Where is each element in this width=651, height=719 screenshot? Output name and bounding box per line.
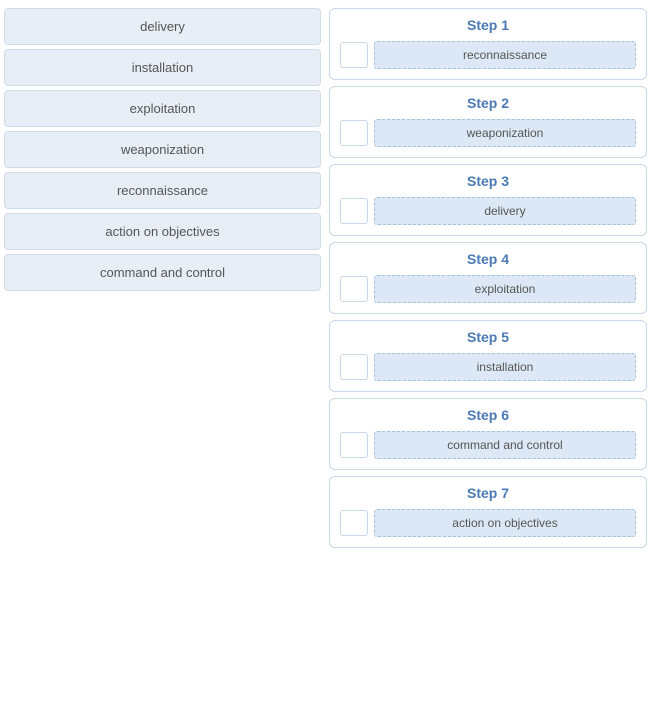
step-checkbox-step6[interactable] [340, 432, 368, 458]
step-title-step2: Step 2 [340, 95, 636, 111]
left-item-delivery[interactable]: delivery [4, 8, 321, 45]
step-title-step4: Step 4 [340, 251, 636, 267]
step-checkbox-step5[interactable] [340, 354, 368, 380]
step-checkbox-step1[interactable] [340, 42, 368, 68]
step-drop-area-step1: reconnaissance [340, 41, 636, 69]
step-checkbox-step2[interactable] [340, 120, 368, 146]
step-card-step1: Step 1 reconnaissance [329, 8, 647, 80]
step-drop-area-step5: installation [340, 353, 636, 381]
step-card-step7: Step 7 action on objectives [329, 476, 647, 548]
left-item-installation[interactable]: installation [4, 49, 321, 86]
step-title-step7: Step 7 [340, 485, 636, 501]
step-card-step4: Step 4 exploitation [329, 242, 647, 314]
step-checkbox-step3[interactable] [340, 198, 368, 224]
step-drop-area-step4: exploitation [340, 275, 636, 303]
step-drop-area-step7: action on objectives [340, 509, 636, 537]
step-drop-area-step6: command and control [340, 431, 636, 459]
step-answer-step5[interactable]: installation [374, 353, 636, 381]
step-answer-step6[interactable]: command and control [374, 431, 636, 459]
left-panel: delivery installation exploitation weaponiz… [0, 0, 325, 719]
step-title-step5: Step 5 [340, 329, 636, 345]
step-answer-step7[interactable]: action on objectives [374, 509, 636, 537]
step-card-step6: Step 6 command and control [329, 398, 647, 470]
left-item-action-on-objectives[interactable]: action on objectives [4, 213, 321, 250]
left-item-weaponization[interactable]: weaponization [4, 131, 321, 168]
step-title-step3: Step 3 [340, 173, 636, 189]
step-checkbox-step4[interactable] [340, 276, 368, 302]
step-card-step2: Step 2 weaponization [329, 86, 647, 158]
step-drop-area-step3: delivery [340, 197, 636, 225]
step-checkbox-step7[interactable] [340, 510, 368, 536]
step-title-step6: Step 6 [340, 407, 636, 423]
left-item-command-and-control[interactable]: command and control [4, 254, 321, 291]
left-item-exploitation[interactable]: exploitation [4, 90, 321, 127]
step-title-step1: Step 1 [340, 17, 636, 33]
step-answer-step3[interactable]: delivery [374, 197, 636, 225]
step-answer-step1[interactable]: reconnaissance [374, 41, 636, 69]
step-card-step3: Step 3 delivery [329, 164, 647, 236]
step-drop-area-step2: weaponization [340, 119, 636, 147]
right-panel: Step 1reconnaissanceStep 2weaponizationS… [325, 0, 651, 719]
step-answer-step4[interactable]: exploitation [374, 275, 636, 303]
step-answer-step2[interactable]: weaponization [374, 119, 636, 147]
step-card-step5: Step 5 installation [329, 320, 647, 392]
left-item-reconnaissance[interactable]: reconnaissance [4, 172, 321, 209]
